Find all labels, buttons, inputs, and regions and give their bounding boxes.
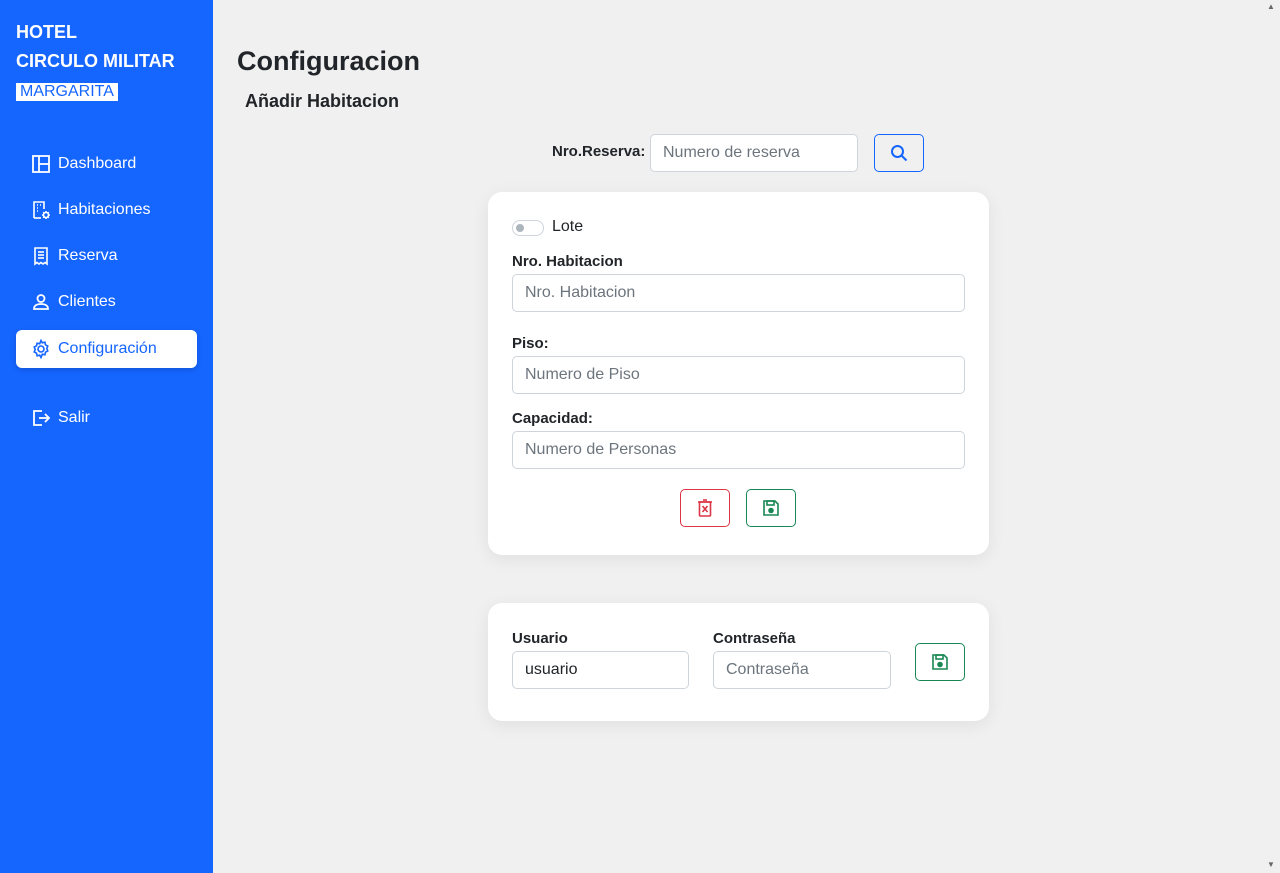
lote-toggle[interactable] [512,220,544,236]
reservation-search-input[interactable] [650,134,858,172]
sidebar-item-salir[interactable]: Salir [16,399,197,437]
lote-toggle-label: Lote [552,218,584,235]
save-user-button[interactable] [915,643,965,681]
delete-button[interactable] [680,489,730,527]
password-label: Contraseña [713,630,796,647]
sidebar-item-habitaciones[interactable]: Habitaciones [16,191,197,229]
room-number-label: Nro. Habitacion [512,253,623,270]
toggle-knob [516,224,524,232]
sidebar: HOTEL CIRCULO MILITAR MARGARITA Dashboar… [0,0,213,873]
sidebar-item-dashboard[interactable]: Dashboard [16,145,197,183]
sidebar-item-label: Habitaciones [58,201,151,218]
delete-icon [695,498,715,518]
receipt-icon [30,245,52,267]
brand-line-1: HOTEL [16,22,77,42]
page-title: Configuracion [237,46,420,76]
logout-icon [30,407,52,429]
sidebar-item-label: Salir [58,409,91,426]
search-icon [889,143,909,163]
save-room-button[interactable] [746,489,796,527]
save-icon [761,498,781,518]
user-label: Usuario [512,630,568,647]
sidebar-item-reserva[interactable]: Reserva [16,237,197,275]
floor-input[interactable] [512,356,965,394]
page-subtitle: Añadir Habitacion [245,91,400,111]
sidebar-item-label: Clientes [58,293,116,310]
scroll-down-arrow[interactable]: ▼ [1267,860,1277,870]
floor-label: Piso: [512,335,549,352]
search-label: Nro.Reserva: [552,143,646,160]
sidebar-item-configuracion[interactable]: Configuración [16,330,197,368]
brand: HOTEL CIRCULO MILITAR MARGARITA [16,18,175,105]
layout-icon [30,153,52,175]
sidebar-item-label: Reserva [58,247,118,264]
user-input[interactable] [512,651,689,689]
sidebar-item-label: Dashboard [58,155,137,172]
person-icon [30,291,52,313]
gear-icon [30,338,52,360]
save-icon [930,652,950,672]
brand-line-2: CIRCULO MILITAR [16,51,175,71]
capacity-input[interactable] [512,431,965,469]
search-button[interactable] [874,134,924,172]
capacity-label: Capacidad: [512,410,593,427]
brand-tag: MARGARITA [16,83,118,101]
password-input[interactable] [713,651,891,689]
sidebar-item-label: Configuración [58,340,157,357]
scroll-up-arrow[interactable]: ▲ [1267,2,1277,12]
building-gear-icon [30,199,52,221]
room-number-input[interactable] [512,274,965,312]
sidebar-item-clientes[interactable]: Clientes [16,283,197,321]
